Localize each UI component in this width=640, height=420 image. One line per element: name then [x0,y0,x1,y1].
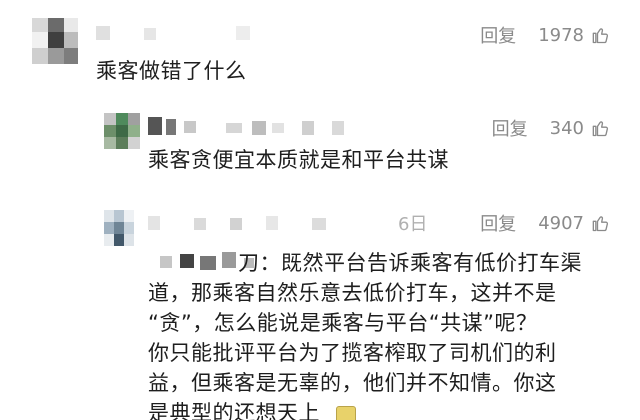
avatar[interactable] [104,210,134,246]
comment-text-line-4: 你只能批评平台为了揽客榨取了司机们的利 [148,341,557,365]
comment-1: 回复 1978 乘客做错了什么 [0,0,640,105]
comment-thread: 回复 1978 乘客做错了什么 回复 340 乘客贪便宜本质就是和平台共谋 6日… [0,0,640,420]
emoji-icon [336,406,356,420]
thumbs-up-icon[interactable] [590,25,610,45]
comment-text: 乘客做错了什么 [96,59,247,83]
username-mosaic[interactable] [96,22,306,44]
comment-text-line-1: 刀：既然平台告诉乘客有低价打车渠 [238,251,582,275]
avatar[interactable] [32,18,78,64]
like-count: 340 [549,117,584,139]
comment-text: 乘客贪便宜本质就是和平台共谋 [148,148,449,172]
username-mosaic[interactable] [148,212,388,234]
thumbs-up-icon[interactable] [590,118,610,138]
date-label: 6日 [398,214,428,235]
comment-2: 回复 340 乘客贪便宜本质就是和平台共谋 [0,105,640,200]
thumbs-up-icon[interactable] [590,213,610,233]
comment-actions: 回复 1978 [480,22,610,48]
comment-actions: 回复 4907 [480,210,610,236]
avatar[interactable] [104,113,140,149]
comment-text-line-3: “贪”，怎么能说是乘客与平台“共谋”呢？ [148,311,538,335]
like-count: 1978 [538,24,584,46]
reply-button[interactable]: 回复 [480,210,516,236]
comment-text-line-5: 益，但乘客是无辜的，他们并不知情。你这 [148,371,557,395]
like-count: 4907 [538,212,584,234]
username-mosaic[interactable] [148,115,378,137]
comment-text-line-6: 是典型的还想天上 [148,401,320,420]
comment-text-line-2: 道，那乘客自然乐意去低价打车，这并不是 [148,281,557,305]
comment-3: 6日 回复 4907 刀：既然平台告诉乘客有低价打车渠 道，那乘客自然乐意去低价… [0,200,640,420]
reply-button[interactable]: 回复 [480,22,516,48]
reply-button[interactable]: 回复 [492,115,528,141]
comment-actions: 回复 340 [492,115,610,141]
